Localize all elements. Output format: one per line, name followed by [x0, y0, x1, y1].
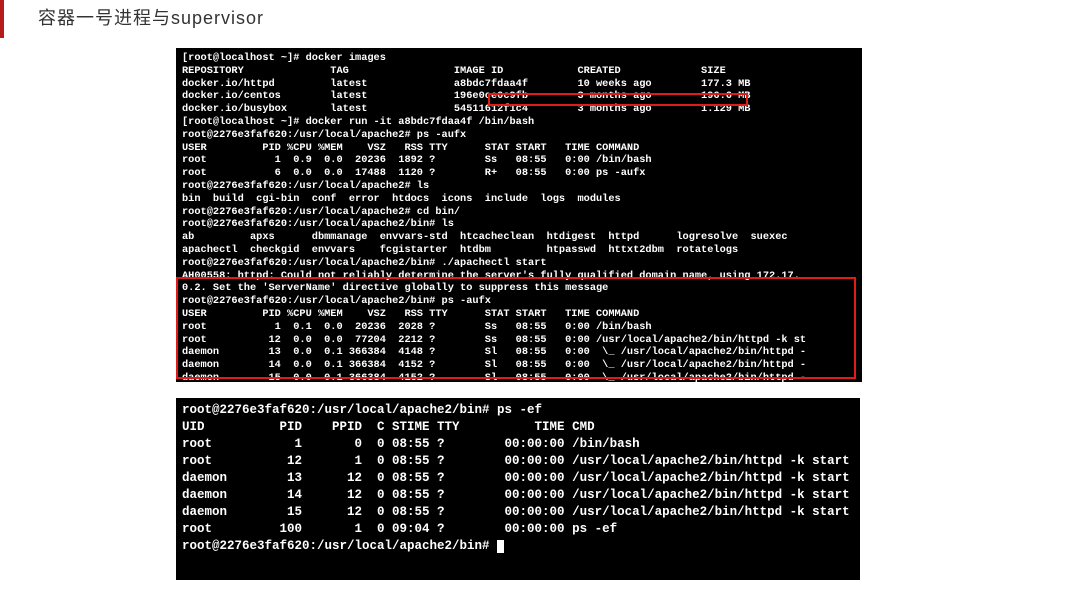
cursor-icon [497, 540, 504, 553]
terminal-top: [root@localhost ~]# docker images REPOSI… [176, 48, 862, 382]
highlight-ps-aufx [176, 277, 856, 379]
highlight-docker-run [488, 93, 748, 106]
slide-title: 容器一号进程与supervisor [38, 4, 264, 30]
accent-bar [0, 0, 4, 38]
terminal-bottom: root@2276e3faf620:/usr/local/apache2/bin… [176, 398, 860, 580]
